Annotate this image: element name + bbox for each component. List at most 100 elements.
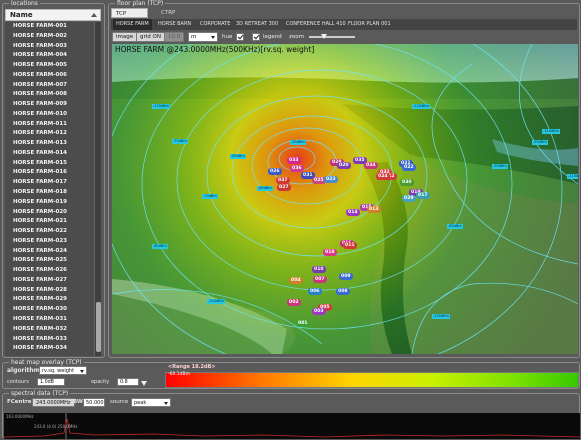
location-item[interactable]: HORSE FARM-028 <box>5 286 94 296</box>
heat-map-view[interactable]: HORSE FARM @243.0000MHz(500KHz)[rv.sq. w… <box>112 44 578 354</box>
legend-checkbox[interactable] <box>252 33 260 41</box>
opacity-select[interactable]: 0.8 <box>117 378 139 386</box>
contour-label: -60dBm <box>257 186 273 191</box>
location-item[interactable]: HORSE FARM-029 <box>5 295 94 305</box>
legend-label: legend <box>263 34 282 40</box>
location-item[interactable]: HORSE FARM-007 <box>5 81 94 91</box>
locations-scrollbar[interactable] <box>94 22 101 356</box>
access-point-marker[interactable]: 007 <box>313 276 327 283</box>
chevron-down-icon <box>211 36 215 39</box>
location-item[interactable]: HORSE FARM-002 <box>5 32 94 42</box>
location-item[interactable]: HORSE FARM-010 <box>5 110 94 120</box>
name-column-header[interactable]: Name <box>5 9 101 21</box>
scrollbar-thumb[interactable] <box>96 302 101 352</box>
signal-color-scale <box>165 372 579 388</box>
access-point-marker[interactable]: 018 <box>323 249 337 256</box>
location-item[interactable]: HORSE FARM-020 <box>5 208 94 218</box>
location-item[interactable]: HORSE FARM-019 <box>5 198 94 208</box>
spectral-title: spectral data (TCP) <box>9 389 71 398</box>
access-point-marker[interactable]: 030 <box>400 179 414 186</box>
location-item[interactable]: HORSE FARM-013 <box>5 139 94 149</box>
access-point-marker[interactable]: 027 <box>277 184 291 191</box>
location-item[interactable]: HORSE FARM-015 <box>5 159 94 169</box>
location-item[interactable]: HORSE FARM-024 <box>5 247 94 257</box>
opacity-stepper-icon[interactable] <box>141 381 147 386</box>
contours-row: contours 1.0dB opacity 0.8 <box>7 378 147 386</box>
location-item[interactable]: HORSE FARM-008 <box>5 90 94 100</box>
location-item[interactable]: HORSE FARM-023 <box>5 237 94 247</box>
fcentre-field[interactable]: 243.0000MHz <box>32 398 75 407</box>
location-item[interactable]: HORSE FARM-005 <box>5 61 94 71</box>
access-point-marker[interactable]: 022 <box>402 164 416 171</box>
contours-field[interactable]: 1.0dB <box>37 378 65 386</box>
access-point-marker[interactable]: 024 <box>376 173 390 180</box>
grid-size-field[interactable]: 10.0 <box>164 32 185 42</box>
tab-floor-plan-001[interactable]: FLOOR PLAN 001 <box>345 19 394 30</box>
access-point-marker[interactable]: 003 <box>312 308 326 315</box>
location-item[interactable]: HORSE FARM-003 <box>5 42 94 52</box>
location-item[interactable]: HORSE FARM-017 <box>5 178 94 188</box>
access-point-marker[interactable]: 020 <box>337 162 351 169</box>
location-item[interactable]: HORSE FARM-025 <box>5 256 94 266</box>
access-point-marker[interactable]: 002 <box>287 299 301 306</box>
location-item[interactable]: HORSE FARM-009 <box>5 100 94 110</box>
source-select[interactable]: peak <box>131 398 171 407</box>
tab-corporate[interactable]: CORPORATE <box>197 19 233 30</box>
access-point-marker[interactable]: 023 <box>324 176 338 183</box>
access-point-marker[interactable]: 029 <box>402 195 416 202</box>
location-item[interactable]: HORSE FARM-030 <box>5 305 94 315</box>
access-point-marker[interactable]: 026 <box>268 168 282 175</box>
location-item[interactable]: HORSE FARM-011 <box>5 120 94 130</box>
hue-checkbox[interactable] <box>236 33 244 41</box>
algorithm-select[interactable]: rv.sq. weight <box>39 366 87 375</box>
location-item[interactable]: HORSE FARM-001 <box>5 22 94 32</box>
access-point-marker[interactable]: 033 <box>287 157 301 164</box>
access-point-marker[interactable]: 004 <box>289 277 303 284</box>
tab-ctrp-chart[interactable]: CTRP chart <box>157 8 179 26</box>
location-item[interactable]: HORSE FARM-027 <box>5 276 94 286</box>
access-point-marker[interactable]: 037 <box>276 177 290 184</box>
location-item[interactable]: HORSE FARM-006 <box>5 71 94 81</box>
tab-3d-retreat[interactable]: 3D RETREAT 300 <box>233 19 281 30</box>
spectral-controls: FCentre 243.0000MHz BW 50.000 source pea… <box>7 398 171 407</box>
locations-panel: locations Name HORSE FARM-001 HORSE FARM-… <box>2 0 105 358</box>
access-point-marker[interactable]: 010 <box>312 266 326 273</box>
access-point-marker[interactable]: 014 <box>346 209 360 216</box>
location-item[interactable]: HORSE FARM-021 <box>5 217 94 227</box>
location-item[interactable]: HORSE FARM-012 <box>5 129 94 139</box>
location-item[interactable]: HORSE FARM-014 <box>5 149 94 159</box>
access-point-marker[interactable]: 017 <box>416 192 430 199</box>
access-point-marker[interactable]: 006 <box>308 288 322 295</box>
location-item[interactable]: HORSE FARM-033 <box>5 335 94 345</box>
spectrum-plot[interactable]: 163.0000MHz 243.0 (4.0) 250.0MHz <box>3 413 581 439</box>
location-item[interactable]: HORSE FARM-022 <box>5 227 94 237</box>
tab-horse-farm[interactable]: HORSE FARM <box>113 19 152 30</box>
access-point-marker[interactable]: 001 <box>296 320 310 327</box>
name-column-label: Name <box>10 11 33 19</box>
location-item[interactable]: HORSE FARM-018 <box>5 188 94 198</box>
tab-conference-hall[interactable]: CONFERENCE HALL 410 <box>283 19 349 30</box>
zoom-slider-thumb[interactable] <box>321 34 327 39</box>
map-caption: HORSE FARM @243.0000MHz(500KHz)[rv.sq. w… <box>115 45 315 54</box>
bw-field[interactable]: 50.000 <box>83 398 105 407</box>
access-point-marker[interactable]: 009 <box>339 273 353 280</box>
algorithm-row: algorithm rv.sq. weight <box>7 366 87 375</box>
location-item[interactable]: HORSE FARM-034 <box>5 344 94 354</box>
access-point-marker[interactable]: 034 <box>364 162 378 169</box>
location-item[interactable]: HORSE FARM-004 <box>5 51 94 61</box>
unit-select[interactable]: m <box>188 32 218 42</box>
grid-toggle-button[interactable]: grid ON <box>136 32 165 42</box>
access-point-marker[interactable]: 036 <box>290 165 304 172</box>
tab-horse-barn[interactable]: HORSE BARN <box>155 19 194 30</box>
hue-label: hue <box>222 34 233 40</box>
access-point-marker[interactable]: 008 <box>336 288 350 295</box>
access-point-marker[interactable]: 013 <box>367 206 381 213</box>
location-item[interactable]: HORSE FARM-026 <box>5 266 94 276</box>
location-item[interactable]: HORSE FARM-016 <box>5 168 94 178</box>
tab-tcp-settings[interactable]: TCP settings... <box>111 8 149 27</box>
access-point-marker[interactable]: 011 <box>343 242 357 249</box>
image-button[interactable]: image <box>112 32 138 42</box>
location-item[interactable]: HORSE FARM-031 <box>5 315 94 325</box>
location-item[interactable]: HORSE FARM-032 <box>5 325 94 335</box>
zoom-slider[interactable] <box>309 36 355 38</box>
